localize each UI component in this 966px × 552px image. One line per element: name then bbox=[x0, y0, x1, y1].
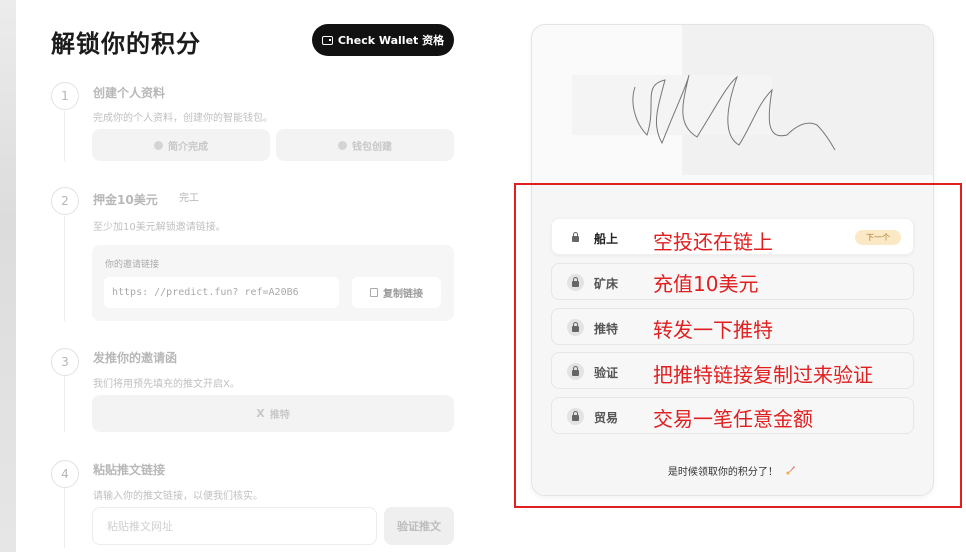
verify-tweet-button[interactable]: 验证推文 bbox=[384, 507, 454, 545]
signature-doodle bbox=[632, 74, 836, 151]
copy-link-label: 复制链接 bbox=[383, 289, 423, 300]
step-2-desc: 至少加10美元解锁邀请链接。 bbox=[93, 222, 226, 233]
annotation-2: 充值10美元 bbox=[653, 272, 759, 296]
step-connector bbox=[64, 216, 65, 321]
step-connector bbox=[64, 376, 65, 432]
step-3-title: 发推你的邀请函 bbox=[93, 351, 178, 365]
step-2-number: 2 bbox=[51, 187, 79, 215]
check-icon bbox=[154, 140, 163, 150]
step-4-number: 4 bbox=[51, 460, 79, 488]
copy-icon bbox=[370, 288, 378, 297]
step-1-number: 1 bbox=[51, 82, 79, 110]
annotation-3: 转发一下推特 bbox=[653, 318, 773, 342]
step-3-desc: 我们将用预先填充的推文开启X。 bbox=[93, 379, 240, 390]
check-wallet-label: Check Wallet 资格 bbox=[337, 34, 445, 47]
step-1-title: 创建个人资料 bbox=[93, 86, 166, 100]
tweet-button-label: 推特 bbox=[269, 410, 290, 421]
check-icon bbox=[338, 140, 347, 150]
annotation-4: 把推特链接复制过来验证 bbox=[653, 363, 873, 387]
tweet-button[interactable]: X 推特 bbox=[92, 395, 454, 432]
invite-url-field[interactable]: https: //predict.fun? ref=A20B6 bbox=[104, 277, 339, 308]
step-4-title: 粘贴推文链接 bbox=[93, 463, 166, 477]
wallet-created-label: 钱包创建 bbox=[352, 141, 392, 153]
x-logo-icon: X bbox=[256, 407, 265, 420]
wallet-created-button[interactable]: 钱包创建 bbox=[276, 129, 454, 161]
wallet-icon bbox=[321, 35, 333, 45]
tweet-url-input[interactable]: 粘贴推文网址 bbox=[92, 507, 377, 545]
page-title: 解锁你的积分 bbox=[51, 30, 201, 58]
annotation-5: 交易一笔任意金额 bbox=[653, 407, 813, 431]
profile-complete-button[interactable]: 简介完成 bbox=[92, 129, 270, 161]
step-connector bbox=[64, 111, 65, 161]
invite-link-label: 你的邀请链接 bbox=[105, 260, 160, 270]
step-2-title: 押金10美元 bbox=[93, 193, 158, 207]
check-wallet-button[interactable]: Check Wallet 资格 bbox=[312, 24, 454, 56]
step-1-desc: 完成你的个人资料，创建你的智能钱包。 bbox=[93, 113, 273, 124]
copy-link-button[interactable]: 复制链接 bbox=[352, 277, 441, 308]
step-4-desc: 请输入你的推文链接，以便我们核实。 bbox=[93, 491, 263, 502]
step-2-done-tag: 完工 bbox=[179, 193, 199, 204]
step-3-number: 3 bbox=[51, 348, 79, 376]
profile-complete-label: 简介完成 bbox=[168, 141, 208, 153]
annotation-1: 空投还在链上 bbox=[653, 230, 773, 254]
left-edge-strip bbox=[0, 0, 16, 552]
step-connector bbox=[64, 488, 65, 548]
